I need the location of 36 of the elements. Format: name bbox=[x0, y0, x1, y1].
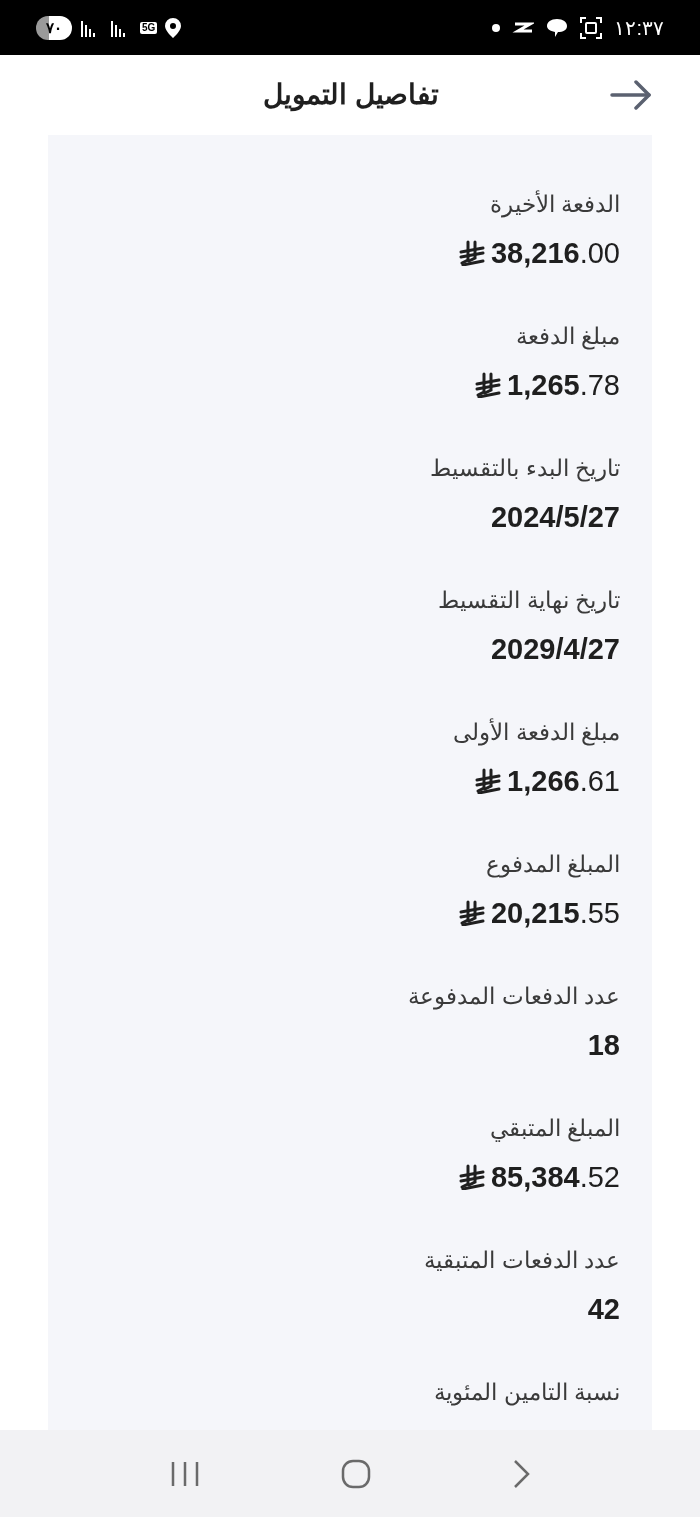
field-label: مبلغ الدفعة الأولى bbox=[453, 717, 620, 748]
home-icon[interactable] bbox=[341, 1458, 371, 1489]
field-value: 1,266.61 bbox=[507, 764, 620, 799]
field-label: تاريخ نهاية التقسيط bbox=[438, 586, 620, 616]
riyal-icon bbox=[458, 240, 485, 266]
field-label: تاريخ البدء بالتقسيط bbox=[430, 454, 620, 484]
field-label: الدفعة الأخيرة bbox=[489, 189, 620, 220]
field-value: 1,265.78 bbox=[507, 368, 620, 403]
field-label: عدد الدفعات المتبقية bbox=[424, 1246, 620, 1275]
chat-icon bbox=[546, 17, 569, 38]
field-value: 2024/5/27 bbox=[491, 500, 620, 535]
field-value: 20,215.55 bbox=[490, 896, 620, 931]
field-value: 2029/4/27 bbox=[491, 632, 620, 667]
field-label: المبلغ المتبقي bbox=[489, 1114, 620, 1144]
location-icon bbox=[165, 17, 182, 38]
battery-indicator: ٧٠ bbox=[36, 15, 72, 40]
field-value: 85,384.52 bbox=[490, 1160, 620, 1195]
recent-apps-icon[interactable] bbox=[170, 1459, 201, 1488]
page-title: تفاصيل التمويل bbox=[263, 78, 439, 114]
field-label: نسبة التامين المئوية bbox=[434, 1378, 620, 1408]
riyal-icon bbox=[458, 900, 485, 926]
app-icon bbox=[512, 20, 535, 35]
riyal-icon bbox=[475, 372, 502, 398]
riyal-icon bbox=[475, 768, 502, 794]
field-label: عدد الدفعات المدفوعة bbox=[408, 982, 620, 1012]
field-label: المبلغ المدفوع bbox=[485, 850, 620, 880]
dot-icon bbox=[492, 23, 501, 32]
field-value: 38,216.00 bbox=[490, 236, 620, 271]
field-label: مبلغ الدفعة bbox=[515, 322, 620, 352]
field-value: 42 bbox=[587, 1292, 620, 1327]
back-icon[interactable] bbox=[511, 1458, 530, 1489]
riyal-icon bbox=[458, 1164, 485, 1190]
field-value: 18 bbox=[587, 1028, 620, 1063]
network-type: 5G bbox=[140, 21, 158, 34]
screenshot-icon bbox=[580, 16, 603, 39]
clock: ١٢:٣٧ bbox=[614, 15, 664, 41]
